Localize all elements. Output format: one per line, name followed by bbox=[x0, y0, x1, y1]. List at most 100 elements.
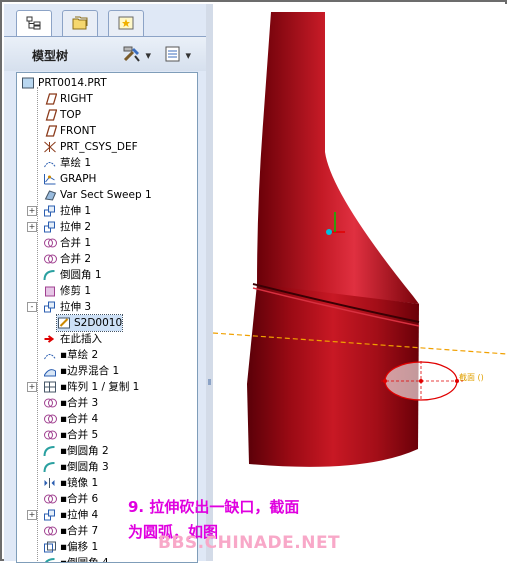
merge-icon bbox=[44, 526, 57, 536]
model-neck bbox=[257, 12, 419, 304]
tree-item[interactable]: TOP bbox=[43, 107, 81, 123]
tree-item[interactable]: ▪倒圆角 4 bbox=[43, 555, 109, 563]
tree-item-label: ▪边界混合 1 bbox=[60, 365, 120, 377]
tree-item[interactable]: 拉伸 3 bbox=[43, 299, 91, 315]
tree-item[interactable]: ▪合并 3 bbox=[43, 395, 98, 411]
model-tree-icon bbox=[26, 16, 41, 30]
datum-plane-icon bbox=[45, 125, 57, 137]
tree-item-label: ▪合并 3 bbox=[60, 397, 99, 409]
tree-item-label: ▪倒圆角 3 bbox=[60, 461, 109, 473]
expand-toggle[interactable]: + bbox=[27, 382, 37, 392]
round-icon bbox=[43, 270, 55, 281]
tree-item[interactable]: ▪合并 4 bbox=[43, 411, 98, 427]
watermark: BBS.CHINADE.NET bbox=[158, 533, 341, 553]
offset-icon bbox=[44, 541, 56, 553]
tree-item-label: Var Sect Sweep 1 bbox=[60, 189, 152, 201]
tree-item-label: ▪倒圆角 2 bbox=[60, 445, 109, 457]
tree-item-label: PRT_CSYS_DEF bbox=[60, 141, 138, 153]
chevron-down-icon: ▾ bbox=[185, 49, 192, 62]
tree-item[interactable]: 合并 2 bbox=[43, 251, 91, 267]
tools-icon bbox=[123, 46, 140, 62]
insert-here-icon bbox=[44, 335, 55, 343]
tree-item[interactable]: ▪合并 5 bbox=[43, 427, 98, 443]
tree-item[interactable]: 草绘 1 bbox=[43, 155, 91, 171]
tree-item[interactable]: ▪偏移 1 bbox=[43, 539, 98, 555]
tree-connector-line bbox=[37, 87, 39, 562]
tree-item-label: TOP bbox=[60, 109, 82, 121]
expand-toggle[interactable]: - bbox=[27, 302, 37, 312]
tab-favorites[interactable] bbox=[108, 10, 144, 37]
tree-item[interactable]: ▪阵列 1 / 复制 1 bbox=[43, 379, 139, 395]
tree-item[interactable]: 倒圆角 1 bbox=[43, 267, 102, 283]
tree-item[interactable]: FRONT bbox=[43, 123, 96, 139]
tree-item[interactable]: ▪边界混合 1 bbox=[43, 363, 119, 379]
tree-item[interactable]: ▪合并 7 bbox=[43, 523, 98, 539]
tree-item-label: PRT0014.PRT bbox=[38, 77, 107, 89]
extrude-icon bbox=[44, 301, 55, 313]
tree-item[interactable]: ▪草绘 2 bbox=[43, 347, 98, 363]
caption-line-1: 9. 拉伸砍出一缺口，截面 bbox=[128, 498, 300, 516]
tree-settings-button[interactable]: ▾ bbox=[122, 45, 151, 63]
tree-item[interactable]: Var Sect Sweep 1 bbox=[43, 187, 152, 203]
tree-item[interactable]: PRT_CSYS_DEF bbox=[43, 139, 138, 155]
tree-item-label: 拉伸 1 bbox=[60, 205, 92, 217]
tree-item-label: 拉伸 2 bbox=[60, 221, 92, 233]
tree-item[interactable]: ▪倒圆角 3 bbox=[43, 459, 109, 475]
tree-item[interactable]: PRT0014.PRT bbox=[21, 75, 107, 91]
tab-folder-browser[interactable] bbox=[62, 10, 98, 37]
tree-item[interactable]: 拉伸 2 bbox=[43, 219, 91, 235]
expand-toggle[interactable]: + bbox=[27, 206, 37, 216]
graph-icon bbox=[44, 174, 56, 185]
section-icon bbox=[58, 317, 70, 329]
round-icon bbox=[45, 558, 55, 562]
tree-item[interactable]: 拉伸 1 bbox=[43, 203, 91, 219]
tree-item[interactable]: ▪合并 6 bbox=[43, 491, 98, 507]
extrude-icon bbox=[44, 221, 55, 233]
round-icon bbox=[43, 462, 55, 473]
tree-item-label: ▪偏移 1 bbox=[60, 541, 99, 553]
folder-icon bbox=[72, 16, 88, 30]
datum-plane-icon bbox=[45, 93, 57, 105]
sketch-icon bbox=[44, 162, 56, 168]
tree-item-label: FRONT bbox=[60, 125, 96, 137]
tree-item-label: ▪合并 4 bbox=[60, 413, 99, 425]
tree-item-label: S2D0010 bbox=[74, 317, 123, 329]
extrude-icon bbox=[44, 509, 55, 521]
tree-item[interactable]: S2D0010 bbox=[55, 314, 124, 332]
tree-item[interactable]: 合并 1 bbox=[43, 235, 91, 251]
tree-item[interactable]: 在此插入 bbox=[43, 331, 102, 347]
expand-toggle[interactable]: + bbox=[27, 510, 37, 520]
tree-show-button[interactable]: ▾ bbox=[164, 45, 191, 63]
expand-toggle[interactable]: + bbox=[27, 222, 37, 232]
datum-plane-icon bbox=[45, 109, 57, 121]
extrude-icon bbox=[44, 205, 55, 217]
tree-item-label: 在此插入 bbox=[60, 333, 102, 345]
tree-item-label: ▪合并 5 bbox=[60, 429, 99, 441]
merge-icon bbox=[44, 414, 57, 424]
list-icon bbox=[165, 46, 180, 62]
pattern-icon bbox=[44, 381, 56, 393]
tree-item-label: 草绘 1 bbox=[60, 157, 92, 169]
model-render: 截面 () bbox=[213, 12, 507, 467]
tree-item[interactable]: RIGHT bbox=[43, 91, 93, 107]
csys-icon bbox=[44, 141, 56, 153]
graphics-viewport[interactable]: 截面 () bbox=[213, 4, 507, 561]
model-tree-title: 模型树 bbox=[32, 49, 69, 63]
mirror-icon bbox=[44, 478, 55, 488]
tree-item-label: ▪草绘 2 bbox=[60, 349, 99, 361]
model-tree-header: 模型树 ▾ ▾ bbox=[4, 37, 206, 71]
tab-model-tree[interactable] bbox=[16, 10, 52, 37]
part-icon bbox=[22, 77, 34, 89]
tree-item[interactable]: GRAPH bbox=[43, 171, 96, 187]
tree-item[interactable]: ▪倒圆角 2 bbox=[43, 443, 109, 459]
tree-item-label: ▪倒圆角 4 bbox=[60, 557, 109, 563]
tree-item[interactable]: 修剪 1 bbox=[43, 283, 91, 299]
panel-splitter[interactable] bbox=[206, 4, 213, 561]
boundary-blend-icon bbox=[44, 369, 56, 377]
tree-item-label: 拉伸 3 bbox=[60, 301, 92, 313]
merge-icon bbox=[44, 398, 57, 408]
tree-item[interactable]: ▪拉伸 4 bbox=[43, 507, 98, 523]
tree-item[interactable]: ▪镜像 1 bbox=[43, 475, 98, 491]
sketch-point bbox=[419, 379, 423, 383]
merge-icon bbox=[44, 238, 57, 248]
